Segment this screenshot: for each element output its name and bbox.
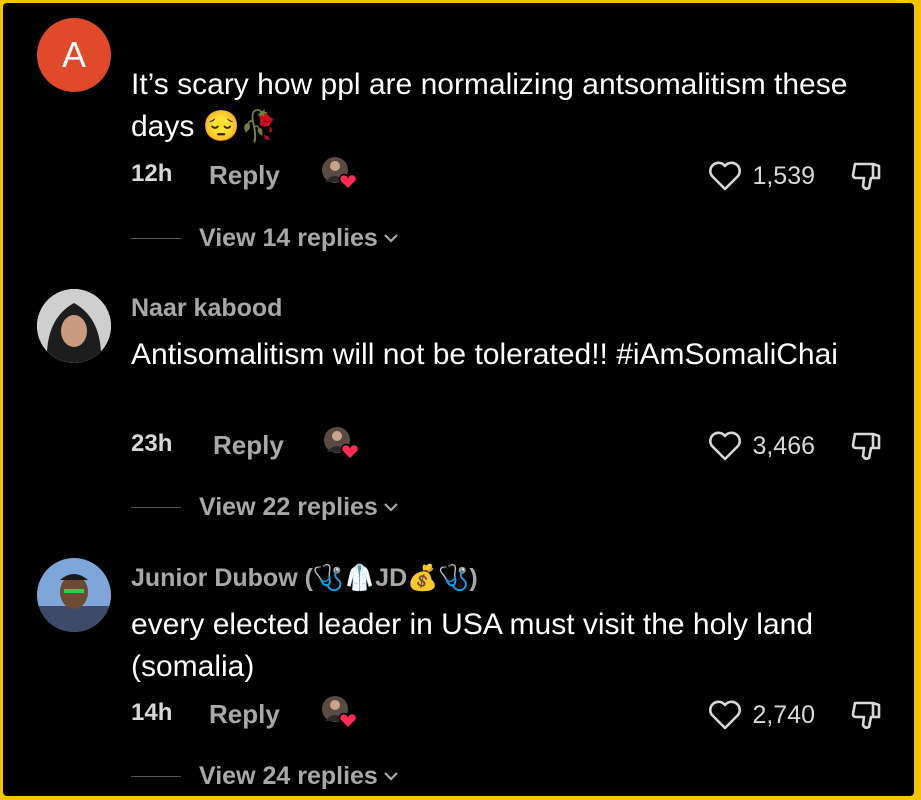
avatar-letter: A	[61, 34, 86, 75]
comment-meta: 14h Reply 2,740	[131, 695, 891, 735]
chevron-down-icon	[384, 234, 398, 243]
heart-outline-icon	[709, 161, 742, 191]
view-replies-label: View 22 replies	[199, 492, 378, 521]
comment-text: every elected leader in USA must visit t…	[131, 608, 814, 683]
liked-by-creator-icon	[323, 426, 360, 462]
view-replies-label: View 24 replies	[199, 761, 378, 790]
view-replies-button[interactable]: View 14 replies	[131, 223, 400, 253]
comment-meta: 12h Reply 1,539	[131, 156, 891, 196]
view-replies-button[interactable]: View 22 replies	[131, 492, 400, 522]
reply-button[interactable]: Reply	[209, 160, 280, 191]
view-replies-label: View 14 replies	[199, 223, 378, 252]
avatar[interactable]	[37, 289, 111, 363]
heart-outline-icon	[709, 700, 742, 730]
like-button[interactable]: 1,539	[708, 156, 815, 196]
thumbs-down-icon[interactable]	[849, 697, 885, 733]
liked-by-creator-icon	[321, 156, 358, 192]
comments-panel: A It’s scary how ppl are normalizing ant…	[3, 3, 914, 796]
like-count: 2,740	[752, 700, 815, 729]
divider-line	[131, 237, 181, 239]
chevron-down-icon	[384, 772, 398, 781]
avatar[interactable]	[37, 558, 111, 632]
like-count: 3,466	[752, 431, 815, 460]
comment-text: It’s scary how ppl are normalizing antso…	[131, 68, 848, 143]
heart-outline-icon	[709, 431, 742, 461]
divider-line	[131, 506, 181, 508]
thumbs-down-icon[interactable]	[849, 428, 885, 464]
reply-button[interactable]: Reply	[213, 430, 284, 461]
like-button[interactable]: 2,740	[708, 695, 815, 735]
username[interactable]: Junior Dubow (🩺🥼JD💰🩺)	[131, 564, 478, 593]
divider-line	[131, 775, 181, 777]
reply-button[interactable]: Reply	[209, 699, 280, 730]
comment-time: 23h	[131, 430, 173, 457]
like-count: 1,539	[752, 161, 815, 190]
liked-by-creator-icon	[321, 695, 358, 731]
view-replies-button[interactable]: View 24 replies	[131, 761, 400, 791]
avatar[interactable]: A	[37, 18, 111, 92]
thumbs-down-icon[interactable]	[849, 158, 885, 194]
chevron-down-icon	[384, 503, 398, 512]
username[interactable]: Naar kabood	[131, 294, 282, 323]
like-button[interactable]: 3,466	[708, 426, 815, 466]
comment-time: 14h	[131, 699, 173, 726]
comment-meta: 23h Reply 3,466	[131, 426, 891, 466]
comment-time: 12h	[131, 160, 173, 187]
comment-text: Antisomalitism will not be tolerated!! #…	[131, 338, 838, 371]
